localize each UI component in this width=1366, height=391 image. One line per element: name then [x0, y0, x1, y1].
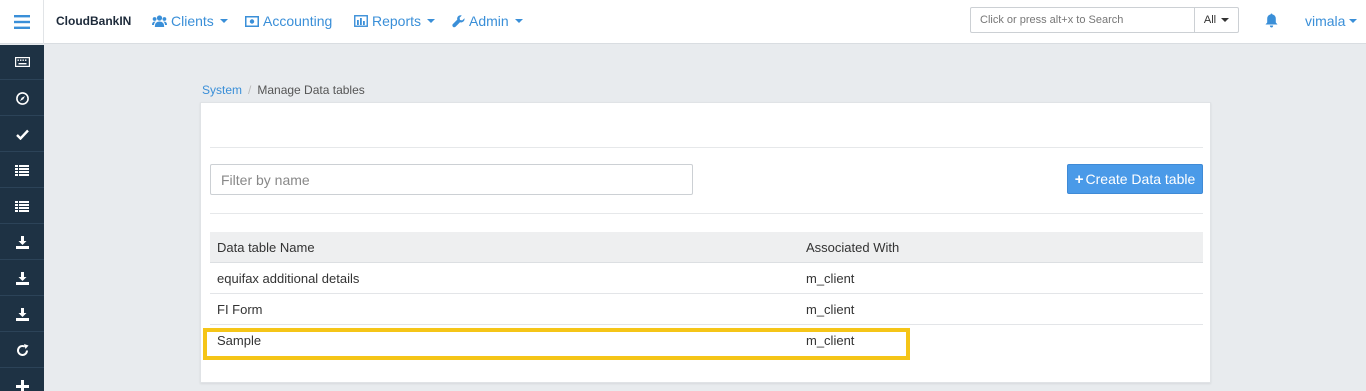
users-icon — [152, 15, 167, 27]
user-name: vimala — [1305, 13, 1346, 29]
create-data-table-label: Create Data table — [1085, 171, 1196, 187]
sidebar-keyboard-button[interactable] — [0, 45, 44, 80]
sidebar-checker-button[interactable] — [0, 117, 44, 152]
filter-by-name-input[interactable] — [210, 164, 693, 195]
data-tables-panel: + Create Data table Data table Name Asso… — [200, 102, 1211, 383]
column-header-associated[interactable]: Associated With — [806, 240, 1203, 255]
nav-accounting[interactable]: Accounting — [245, 13, 332, 29]
nav-accounting-label: Accounting — [263, 13, 333, 29]
breadcrumb-separator: / — [248, 83, 252, 97]
sidebar-download-button-3[interactable] — [0, 297, 44, 332]
bar-chart-icon — [354, 15, 368, 27]
sidebar-download-button-2[interactable] — [0, 261, 44, 296]
caret-down-icon — [1221, 18, 1230, 22]
sidebar-navigate-button[interactable] — [0, 81, 44, 116]
nav-admin-label: Admin — [469, 13, 509, 29]
caret-down-icon — [514, 19, 523, 23]
notifications-button[interactable] — [1265, 13, 1278, 31]
nav-reports[interactable]: Reports — [354, 13, 436, 29]
nav-reports-label: Reports — [372, 13, 422, 29]
refresh-icon — [16, 343, 28, 356]
money-icon — [245, 15, 259, 27]
bell-icon — [1265, 13, 1278, 28]
row-name-cell: equifax additional details — [217, 270, 360, 286]
sidebar-list-button-2[interactable] — [0, 189, 44, 224]
create-data-table-button[interactable]: + Create Data table — [1067, 164, 1203, 194]
breadcrumb-current: Manage Data tables — [257, 83, 365, 97]
sidebar-download-button[interactable] — [0, 225, 44, 260]
table-header: Data table Name Associated With — [210, 232, 1203, 263]
list-icon — [15, 164, 29, 176]
panel-divider — [210, 213, 1203, 214]
table-row[interactable]: FI Form m_client — [210, 294, 1203, 325]
caret-down-icon — [219, 19, 228, 23]
column-header-name[interactable]: Data table Name — [210, 240, 806, 255]
sidebar-refresh-button[interactable] — [0, 333, 44, 368]
keyboard-icon — [14, 57, 30, 67]
row-name-cell: FI Form — [217, 301, 263, 317]
sidebar-list-button[interactable] — [0, 153, 44, 188]
breadcrumb-system-link[interactable]: System — [202, 83, 242, 97]
check-icon — [15, 129, 29, 140]
panel-divider — [210, 147, 1203, 148]
row-name-cell: Sample — [217, 333, 262, 348]
left-sidebar — [0, 45, 44, 391]
breadcrumb: System / Manage Data tables — [202, 83, 365, 97]
download-icon — [15, 235, 29, 249]
download-icon — [15, 271, 29, 285]
plus-icon: + — [1074, 170, 1084, 188]
row-associated-cell: m_client — [806, 333, 855, 348]
caret-down-icon — [1349, 19, 1358, 23]
user-menu[interactable]: vimala — [1305, 13, 1358, 29]
nav-clients[interactable]: Clients — [152, 13, 228, 29]
table-row[interactable]: Sample m_client — [210, 325, 1203, 356]
list-icon — [15, 200, 29, 212]
data-tables-table: Data table Name Associated With equifax … — [210, 232, 1203, 356]
menu-toggle-button[interactable] — [0, 0, 44, 44]
plus-icon — [15, 379, 29, 391]
global-search-input[interactable] — [970, 7, 1195, 33]
sidebar-add-button[interactable] — [0, 369, 44, 391]
row-associated-cell: m_client — [806, 270, 855, 286]
search-scope-value: All — [1203, 14, 1217, 26]
row-associated-cell: m_client — [806, 301, 855, 317]
top-navbar: CloudBankIN Clients Accounting Reports A… — [0, 0, 1366, 44]
search-scope-select[interactable]: All — [1194, 7, 1239, 33]
nav-clients-label: Clients — [171, 13, 214, 29]
nav-admin[interactable]: Admin — [452, 13, 523, 29]
compass-icon — [15, 91, 29, 105]
download-icon — [15, 307, 29, 321]
caret-down-icon — [427, 19, 436, 23]
hamburger-icon — [13, 15, 30, 29]
wrench-icon — [452, 14, 465, 27]
table-row[interactable]: equifax additional details m_client — [210, 263, 1203, 294]
brand-name: CloudBankIN — [56, 14, 132, 28]
